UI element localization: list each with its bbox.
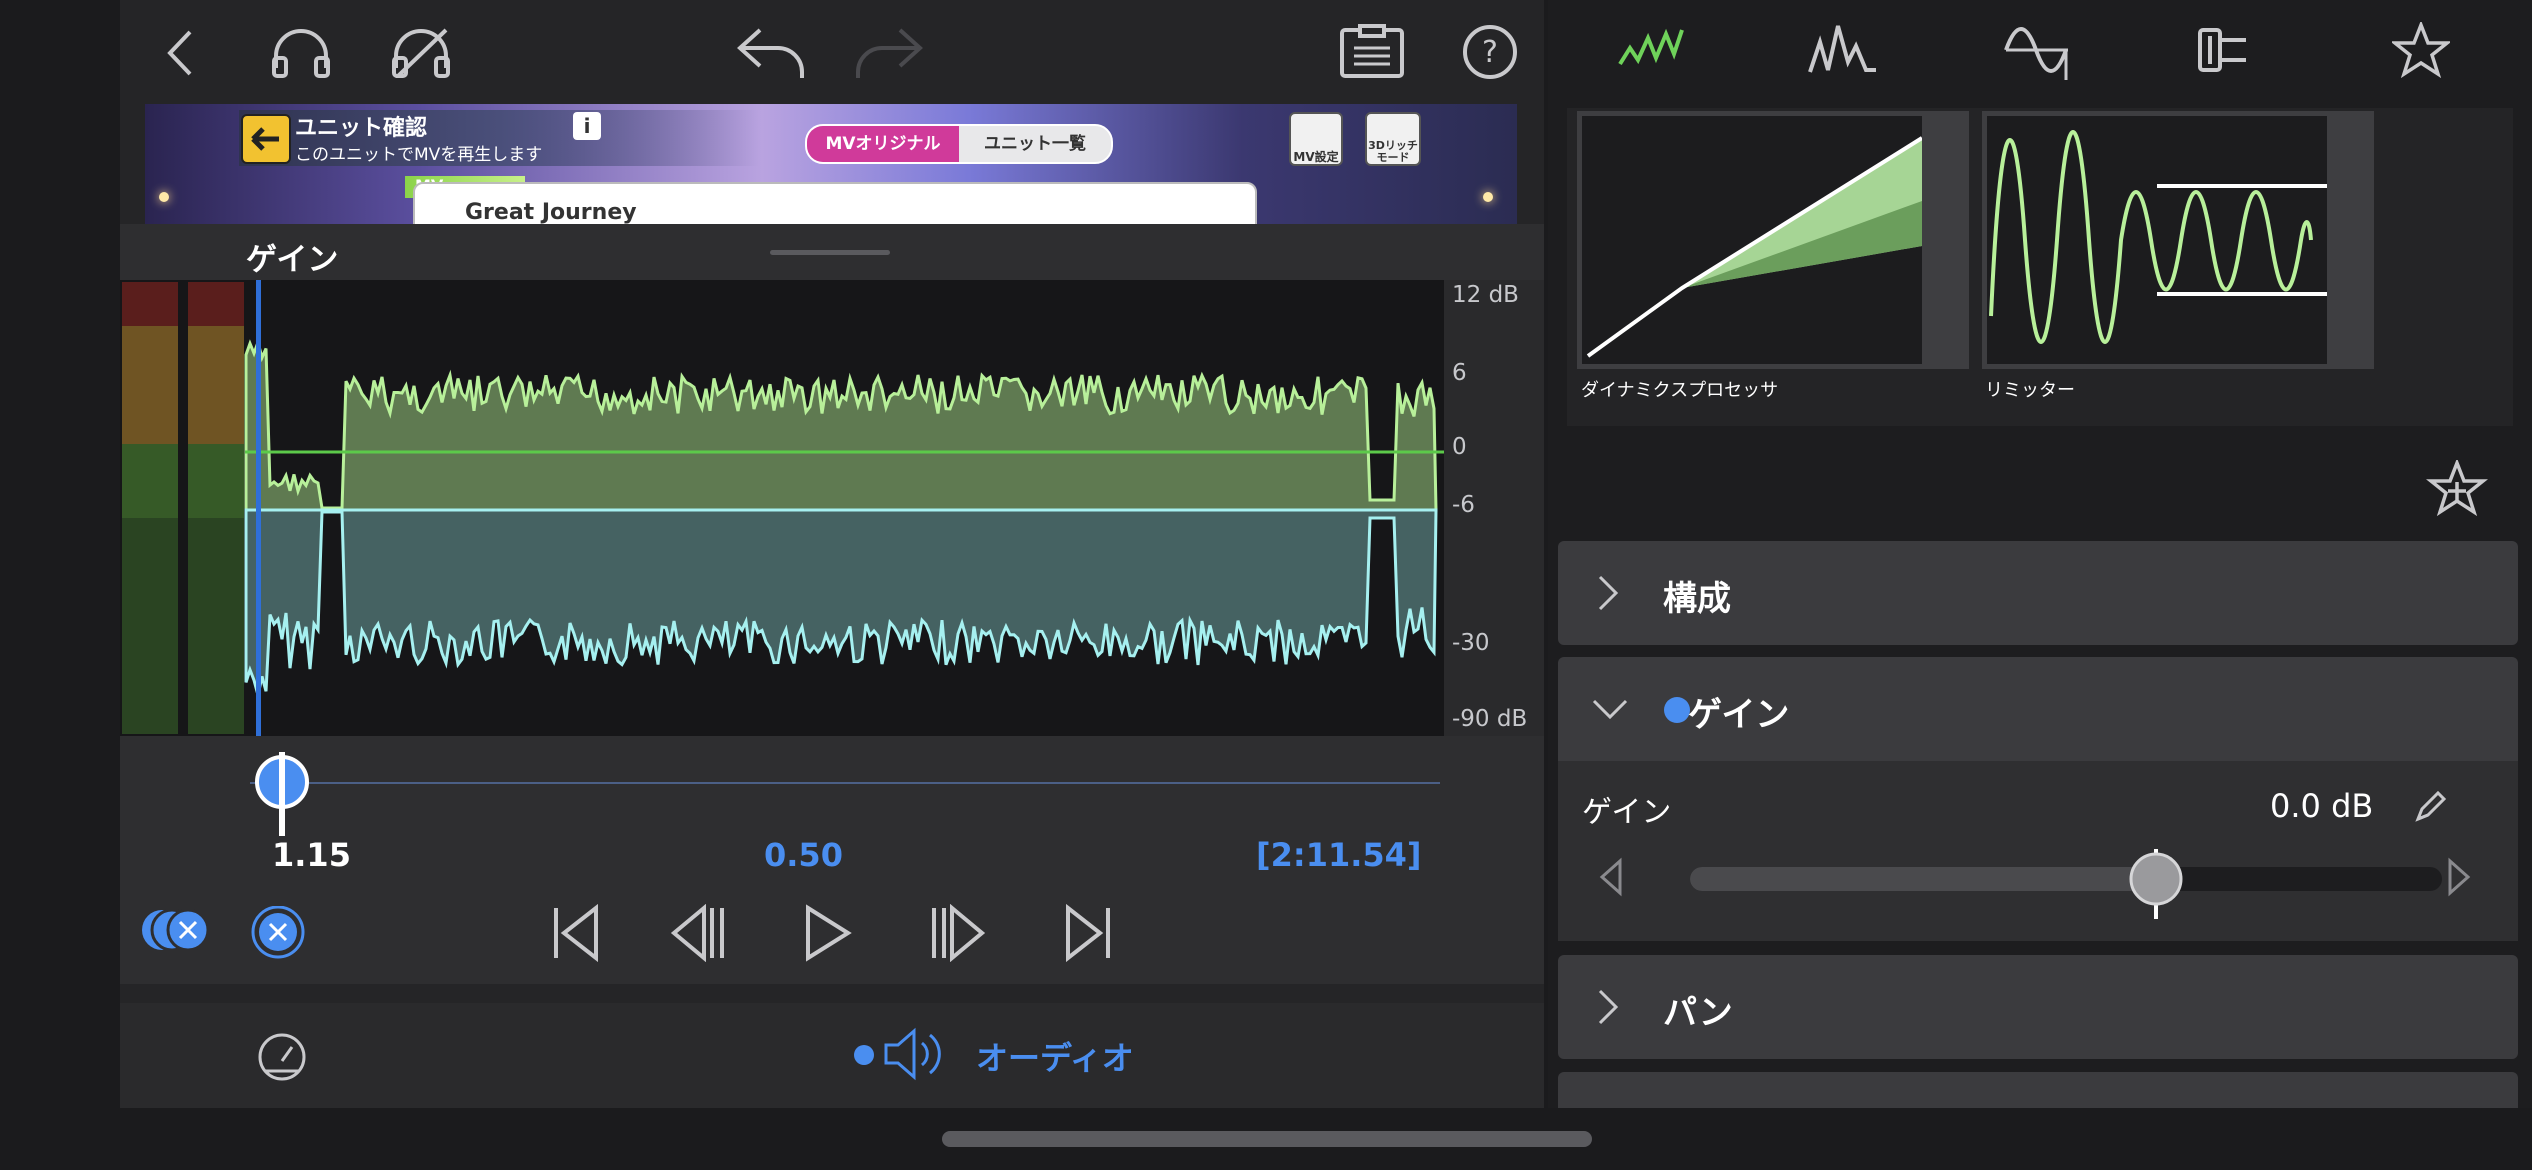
chevron-right-icon xyxy=(1596,573,1620,613)
gain-active-dot xyxy=(1664,697,1690,723)
play-icon[interactable] xyxy=(802,904,854,962)
effect-dynamics-processor[interactable] xyxy=(1577,111,1969,369)
waveform-upper xyxy=(244,337,1438,512)
position-value: 1.15 xyxy=(272,836,351,874)
gain-param-label: ゲイン xyxy=(1582,795,1672,830)
skip-start-icon[interactable] xyxy=(548,904,604,962)
redo-icon[interactable] xyxy=(850,26,926,80)
effect-label: リミッター xyxy=(1985,380,2075,401)
preview-back-icon xyxy=(241,114,291,164)
playhead[interactable] xyxy=(256,280,261,736)
waveform-area[interactable] xyxy=(120,280,1444,736)
duration-value: [2:11.54] xyxy=(1256,836,1422,874)
decrement-icon[interactable] xyxy=(1598,857,1624,897)
step-forward-icon[interactable] xyxy=(928,904,988,962)
section-next[interactable] xyxy=(1558,1072,2518,1108)
section-composition[interactable]: 構成 xyxy=(1558,541,2518,645)
effect-category-eq-icon[interactable] xyxy=(1808,22,1878,76)
step-back-icon[interactable] xyxy=(668,904,728,962)
svg-text:?: ? xyxy=(1482,35,1498,70)
clipboard-icon[interactable] xyxy=(1338,24,1406,78)
chevron-down-icon xyxy=(1590,697,1630,721)
preview-song-card: Great Journey xyxy=(413,182,1257,224)
speed-gauge-icon[interactable] xyxy=(256,1031,308,1081)
speaker-icon[interactable] xyxy=(882,1025,948,1083)
effect-category-filter-icon[interactable] xyxy=(2002,20,2072,82)
effect-category-favorites-icon[interactable] xyxy=(2392,22,2450,78)
preview-tab-unit-list: ユニット一覧 xyxy=(984,134,1086,154)
effect-thumbnail xyxy=(1987,116,2327,364)
transport-area: 1.15 0.50 [2:11.54] xyxy=(120,736,1544,984)
db-label: 0 xyxy=(1452,434,1467,460)
edit-pencil-icon[interactable] xyxy=(2410,787,2450,827)
section-title: パン xyxy=(1663,993,1733,1033)
preview-subtitle: このユニットでMVを再生します xyxy=(295,145,543,165)
effect-thumbnail xyxy=(1582,116,1922,364)
db-label: -90 dB xyxy=(1452,706,1528,732)
gain-slider-track[interactable] xyxy=(1690,849,2442,919)
preview-mv-settings: MV設定 xyxy=(1289,112,1343,166)
section-pan[interactable]: パン xyxy=(1558,955,2518,1059)
timeline-track[interactable] xyxy=(250,782,1440,784)
skip-end-icon[interactable] xyxy=(1060,904,1116,962)
remove-point-icon[interactable] xyxy=(250,906,306,962)
timeline-handle[interactable] xyxy=(254,752,310,836)
panel-title: ゲイン xyxy=(246,242,339,278)
preview-tabs: MVオリジナル ユニット一覧 xyxy=(805,124,1113,164)
db-label: -6 xyxy=(1452,492,1475,518)
preview-title: ユニット確認 xyxy=(295,116,428,141)
gain-slider-fill xyxy=(1690,867,2156,891)
effect-category-dynamics-icon[interactable] xyxy=(1616,24,1686,74)
db-scale: 12 dB 6 0 -6 -30 -90 dB xyxy=(1444,280,1544,736)
effect-category-plugin-icon[interactable] xyxy=(2196,24,2256,76)
add-favorite-icon[interactable] xyxy=(2426,460,2488,518)
db-label: 6 xyxy=(1452,360,1467,386)
preview-song-title: Great Journey xyxy=(465,200,637,224)
drag-handle[interactable] xyxy=(770,250,890,255)
audio-active-dot xyxy=(854,1045,874,1065)
preview-tab-original: MVオリジナル xyxy=(807,126,959,162)
chevron-right-icon xyxy=(1596,987,1620,1027)
preview-rich-mode: 3Dリッチ モード xyxy=(1365,112,1421,166)
gain-slider-knob[interactable] xyxy=(2128,849,2184,919)
effect-label: ダイナミクスプロセッサ xyxy=(1581,380,1779,401)
gain-value: 0.50 xyxy=(764,836,843,874)
video-preview[interactable]: ユニット確認 このユニットでMVを再生します i MVオリジナル ユニット一覧 … xyxy=(145,104,1517,224)
preview-info: i xyxy=(573,112,601,140)
section-title: 構成 xyxy=(1663,579,1731,619)
db-label: -30 xyxy=(1452,630,1490,656)
effect-limiter[interactable] xyxy=(1982,111,2374,369)
waveform-lower xyxy=(244,508,1438,696)
undo-icon[interactable] xyxy=(734,26,810,80)
stage-light xyxy=(1483,192,1493,202)
gain-param-row: ゲイン 0.0 dB xyxy=(1558,761,2518,941)
loop-remove-icon[interactable] xyxy=(140,906,214,954)
stage-light xyxy=(159,192,169,202)
headphones-off-icon[interactable] xyxy=(390,28,452,78)
db-label: 12 dB xyxy=(1452,282,1519,308)
back-icon[interactable] xyxy=(160,28,204,78)
help-icon[interactable]: ? xyxy=(1462,24,1518,80)
section-title: ゲイン xyxy=(1688,695,1790,735)
increment-icon[interactable] xyxy=(2446,857,2472,897)
effect-presets: ダイナミクスプロセッサ リミッター xyxy=(1567,108,2513,426)
home-indicator[interactable] xyxy=(942,1131,1592,1147)
audio-label[interactable]: オーディオ xyxy=(976,1033,1134,1079)
top-toolbar: ? xyxy=(120,0,1544,104)
section-gain: ゲイン ゲイン 0.0 dB xyxy=(1558,657,2518,941)
headphones-icon[interactable] xyxy=(270,28,332,78)
gain-param-value: 0.0 dB xyxy=(2270,787,2374,825)
section-gain-header[interactable]: ゲイン xyxy=(1558,657,2518,761)
bottom-bar: オーディオ xyxy=(120,1003,1544,1108)
